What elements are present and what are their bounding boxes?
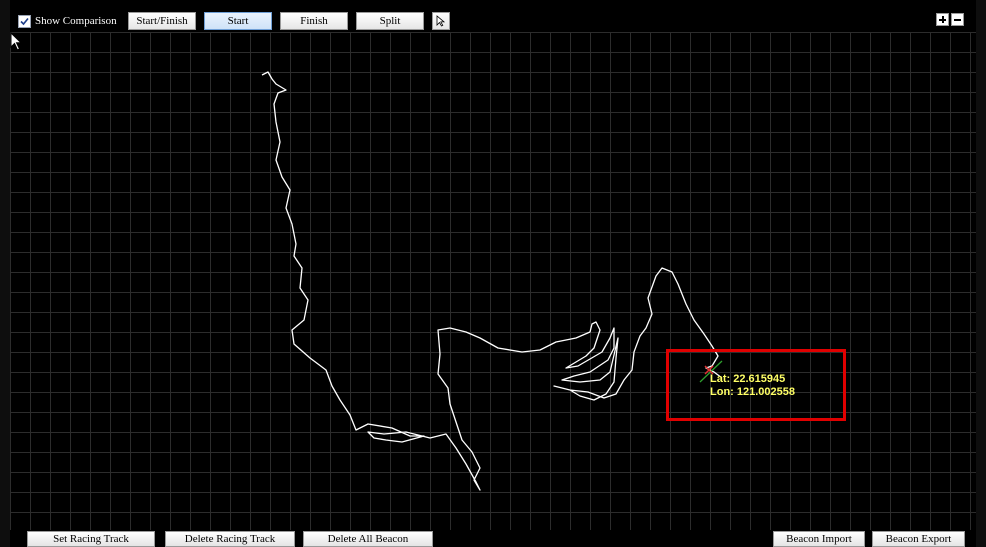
beacon-import-button[interactable]: Beacon Import: [773, 531, 865, 547]
map-canvas[interactable]: Lat: 22.615945 Lon: 121.002558: [10, 32, 976, 530]
coordinate-readout: Lat: 22.615945 Lon: 121.002558: [710, 373, 795, 399]
delete-racing-track-button[interactable]: Delete Racing Track: [165, 531, 295, 547]
racing-track-svg: [261, 71, 723, 491]
top-toolbar: Show Comparison Start/Finish Start Finis…: [10, 10, 976, 32]
delete-all-beacon-button[interactable]: Delete All Beacon: [303, 531, 433, 547]
zoom-in-button[interactable]: [936, 13, 949, 26]
start-finish-button[interactable]: Start/Finish: [128, 12, 196, 30]
split-button[interactable]: Split: [356, 12, 424, 30]
app-window: Show Comparison Start/Finish Start Finis…: [0, 0, 986, 547]
longitude-text: Lon: 121.002558: [710, 386, 795, 398]
racing-track-path: [261, 71, 723, 491]
checkbox-check-icon[interactable]: [18, 14, 31, 28]
start-button[interactable]: Start: [204, 12, 272, 30]
bottom-toolbar: Set Racing Track Delete Racing Track Del…: [10, 530, 976, 547]
right-border: [976, 0, 986, 547]
arrow-pointer-icon: [436, 15, 446, 27]
pointer-tool-button[interactable]: [432, 12, 450, 30]
latitude-text: Lat: 22.615945: [710, 373, 786, 385]
beacon-export-button[interactable]: Beacon Export: [872, 531, 965, 547]
show-comparison-label: Show Comparison: [35, 15, 117, 27]
set-racing-track-button[interactable]: Set Racing Track: [27, 531, 155, 547]
mouse-cursor-icon: [10, 32, 23, 51]
show-comparison-checkbox[interactable]: Show Comparison: [18, 13, 117, 29]
zoom-out-button[interactable]: [951, 13, 964, 26]
finish-button[interactable]: Finish: [280, 12, 348, 30]
left-border: [0, 0, 10, 547]
